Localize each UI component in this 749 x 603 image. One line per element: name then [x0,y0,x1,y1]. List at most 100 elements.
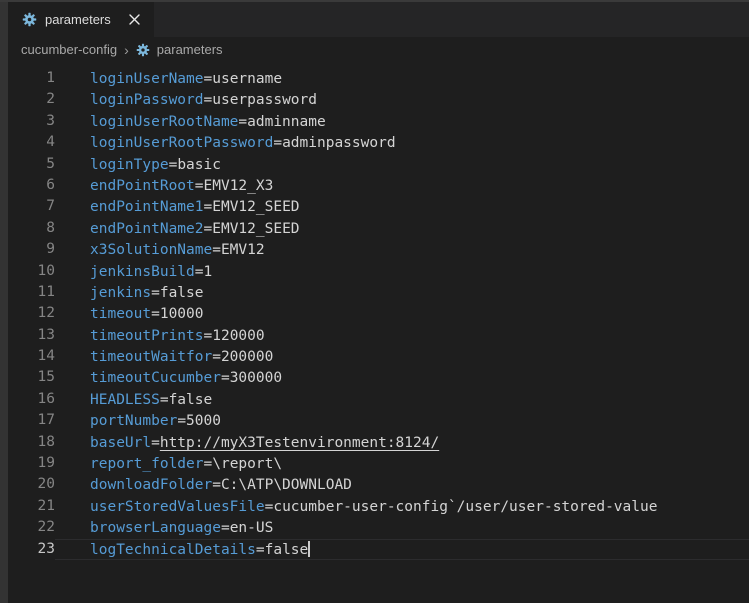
line-number: 11 [8,282,55,303]
property-value: cucumber-user-config`/user/user-stored-v… [273,499,657,515]
equals-sign: = [204,221,213,237]
code-line[interactable]: 17portNumber=5000 [8,410,749,431]
property-key: HEADLESS [90,392,160,408]
line-content: endPointRoot=EMV12_X3 [55,175,749,196]
code-line[interactable]: 21userStoredValuesFile=cucumber-user-con… [8,496,749,517]
code-line[interactable]: 12timeout=10000 [8,303,749,324]
line-content: endPointName2=EMV12_SEED [55,218,749,239]
tab-bar: parameters [8,2,749,37]
line-number: 23 [8,539,55,560]
property-key: endPointRoot [90,178,195,194]
breadcrumb: cucumber-config › parameters [8,37,749,62]
code-line[interactable]: 11jenkins=false [8,282,749,303]
equals-sign: = [212,349,221,365]
breadcrumb-item-file[interactable]: parameters [157,42,223,57]
property-key: endPointName1 [90,199,204,215]
close-icon[interactable] [124,10,144,30]
property-key: timeoutPrints [90,328,204,344]
equals-sign: = [212,242,221,258]
property-value: 300000 [230,370,282,386]
line-content: portNumber=5000 [55,410,749,431]
equals-sign: = [195,178,204,194]
property-key: jenkinsBuild [90,264,195,280]
property-value-link[interactable]: http://myX3Testenvironment:8124/ [160,435,439,451]
line-content: loginType=basic [55,154,749,175]
property-value: 10000 [160,306,204,322]
property-value: userpassword [212,92,317,108]
property-key: logTechnicalDetails [90,542,256,558]
property-key: endPointName2 [90,221,204,237]
property-key: userStoredValuesFile [90,499,265,515]
code-line[interactable]: 16HEADLESS=false [8,389,749,410]
line-content: timeoutWaitfor=200000 [55,346,749,367]
line-content: browserLanguage=en-US [55,517,749,538]
code-line[interactable]: 14timeoutWaitfor=200000 [8,346,749,367]
property-value: EMV12 [221,242,265,258]
property-value: 200000 [221,349,273,365]
line-content: userStoredValuesFile=cucumber-user-confi… [55,496,749,517]
code-line[interactable]: 1loginUserName=username [8,68,749,89]
equals-sign: = [204,92,213,108]
line-number: 4 [8,132,55,153]
code-line[interactable]: 6endPointRoot=EMV12_X3 [8,175,749,196]
tab-label: parameters [45,12,111,27]
line-content: logTechnicalDetails=false [55,539,749,560]
line-content: timeoutPrints=120000 [55,325,749,346]
code-line[interactable]: 18baseUrl=http://myX3Testenvironment:812… [8,432,749,453]
code-line[interactable]: 4loginUserRootPassword=adminpassword [8,132,749,153]
line-number: 18 [8,432,55,453]
property-value: false [265,542,309,558]
code-line[interactable]: 13timeoutPrints=120000 [8,325,749,346]
property-value: adminpassword [282,135,396,151]
code-line[interactable]: 19report_folder=\report\ [8,453,749,474]
tab-parameters[interactable]: parameters [8,2,154,37]
window-left-edge [0,2,8,603]
code-line[interactable]: 10jenkinsBuild=1 [8,261,749,282]
line-number: 22 [8,517,55,538]
code-editor[interactable]: 1loginUserName=username2loginPassword=us… [8,62,749,560]
line-number: 12 [8,303,55,324]
line-number: 3 [8,111,55,132]
line-number: 9 [8,239,55,260]
chevron-right-icon: › [124,43,129,57]
code-line[interactable]: 8endPointName2=EMV12_SEED [8,218,749,239]
property-value: 120000 [212,328,264,344]
equals-sign: = [195,264,204,280]
code-line[interactable]: 7endPointName1=EMV12_SEED [8,196,749,217]
line-content: endPointName1=EMV12_SEED [55,196,749,217]
code-line[interactable]: 22browserLanguage=en-US [8,517,749,538]
property-value: adminname [247,114,326,130]
line-number: 19 [8,453,55,474]
property-value: C:\ATP\DOWNLOAD [221,477,352,493]
equals-sign: = [212,477,221,493]
code-line[interactable]: 5loginType=basic [8,154,749,175]
property-key: loginUserRootPassword [90,135,273,151]
property-key: jenkins [90,285,151,301]
line-content: loginPassword=userpassword [55,89,749,110]
line-number: 7 [8,196,55,217]
property-value: false [169,392,213,408]
line-number: 8 [8,218,55,239]
breadcrumb-item-folder[interactable]: cucumber-config [21,42,117,57]
line-content: downloadFolder=C:\ATP\DOWNLOAD [55,474,749,495]
property-key: loginPassword [90,92,204,108]
property-key: downloadFolder [90,477,212,493]
property-value: username [212,71,282,87]
code-line[interactable]: 23logTechnicalDetails=false [8,539,749,560]
line-number: 16 [8,389,55,410]
line-content: report_folder=\report\ [55,453,749,474]
equals-sign: = [256,542,265,558]
property-key: baseUrl [90,435,151,451]
property-value: en-US [230,520,274,536]
property-value: 1 [204,264,213,280]
code-line[interactable]: 15timeoutCucumber=300000 [8,367,749,388]
code-line[interactable]: 9x3SolutionName=EMV12 [8,239,749,260]
line-number: 21 [8,496,55,517]
code-line[interactable]: 2loginPassword=userpassword [8,89,749,110]
line-content: x3SolutionName=EMV12 [55,239,749,260]
property-key: x3SolutionName [90,242,212,258]
code-line[interactable]: 20downloadFolder=C:\ATP\DOWNLOAD [8,474,749,495]
property-key: timeoutCucumber [90,370,221,386]
code-line[interactable]: 3loginUserRootName=adminname [8,111,749,132]
equals-sign: = [238,114,247,130]
